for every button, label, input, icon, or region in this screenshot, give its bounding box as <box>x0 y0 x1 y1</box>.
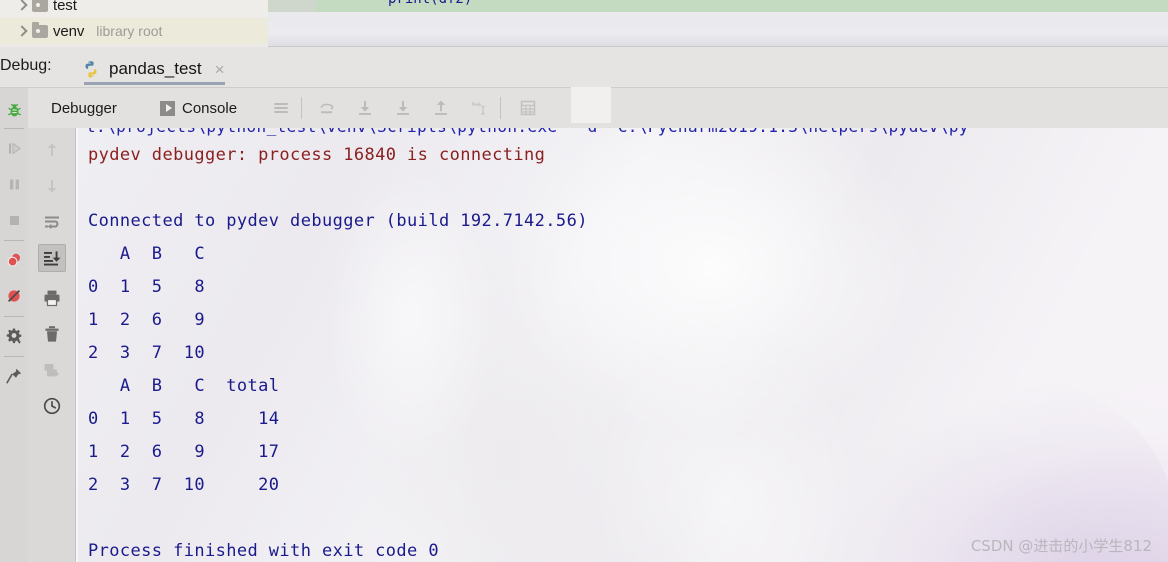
tab-console-label: Console <box>182 99 238 117</box>
mute-breakpoints-icon[interactable] <box>0 246 28 274</box>
step-out-icon[interactable] <box>428 96 454 120</box>
tab-debugger-label: Debugger <box>51 99 117 117</box>
editor-empty-area <box>268 12 1168 47</box>
folder-icon <box>32 0 48 12</box>
toolbar-divider <box>500 97 501 119</box>
soft-wrap-icon[interactable] <box>38 208 66 236</box>
toolbar-divider <box>301 97 302 119</box>
tab-debugger[interactable]: Debugger <box>51 97 117 119</box>
scroll-down-icon[interactable] <box>38 172 66 200</box>
print-icon[interactable] <box>38 284 66 312</box>
scroll-up-icon[interactable] <box>38 136 66 164</box>
console-line: 0 1 5 8 14 <box>88 409 280 429</box>
console-line: pydev debugger: process 16840 is connect… <box>88 145 546 165</box>
pycharm-debug-window: test venv library root print(df2) Debug:… <box>0 0 1168 562</box>
debug-header-bar: Debug: pandas_test × <box>0 47 1168 88</box>
csdn-watermark: CSDN @进击的小学生812 <box>970 537 1152 555</box>
console-run-icon <box>160 100 175 116</box>
console-left-edge <box>76 128 78 562</box>
console-line: 0 1 5 8 <box>88 277 205 297</box>
console-line: Process finished with exit code 0 <box>88 541 439 561</box>
tree-item-label: test <box>53 0 77 14</box>
editor-line-highlight: print(df2) <box>268 0 1168 12</box>
tree-item-test[interactable]: test <box>0 0 268 17</box>
settings-gear-icon[interactable] <box>0 322 28 350</box>
clear-all-icon[interactable] <box>38 320 66 348</box>
console-side-rail <box>28 128 76 562</box>
rerun-icon[interactable] <box>38 356 66 384</box>
tree-item-venv[interactable]: venv library root <box>0 18 268 44</box>
python-icon <box>82 60 100 78</box>
rail-divider <box>4 128 24 129</box>
menu-icon[interactable] <box>268 96 294 120</box>
console-line: 1 2 6 9 <box>88 310 205 330</box>
editor-code-line: print(df2) <box>388 0 472 7</box>
run-tab-label: pandas_test <box>109 59 202 78</box>
tree-item-label: venv <box>53 22 85 40</box>
pin-icon[interactable] <box>0 362 28 390</box>
history-clock-icon[interactable] <box>38 392 66 420</box>
editor-gutter <box>268 0 316 12</box>
pause-program-icon[interactable] <box>0 170 28 198</box>
folder-icon <box>32 21 48 38</box>
console-line: A B C <box>88 244 205 264</box>
step-into-icon[interactable] <box>352 96 378 120</box>
console-line: Connected to pydev debugger (build 192.7… <box>88 211 588 231</box>
tree-item-tag: library root <box>96 23 163 39</box>
console-output[interactable]: t:\projects\python_test\venv\Scripts\pyt… <box>76 128 1168 562</box>
view-breakpoints-icon[interactable] <box>0 282 28 310</box>
run-to-cursor-icon[interactable] <box>466 96 492 120</box>
console-line: t:\projects\python_test\venv\Scripts\pyt… <box>86 128 969 136</box>
resume-program-icon[interactable] <box>0 134 28 162</box>
force-step-into-icon[interactable] <box>390 96 416 120</box>
chevron-right-icon[interactable] <box>16 26 27 37</box>
console-line: 2 3 7 10 <box>88 343 205 363</box>
rail-divider <box>4 356 24 357</box>
console-line: A B C total <box>88 376 280 396</box>
debug-actions-rail <box>0 88 28 562</box>
run-configuration-tab[interactable]: pandas_test × <box>78 51 233 87</box>
scroll-to-end-icon[interactable] <box>38 244 66 272</box>
close-icon[interactable]: × <box>215 61 225 78</box>
stop-icon[interactable] <box>0 206 28 234</box>
background-blob <box>596 328 856 562</box>
debug-bug-icon[interactable] <box>0 96 28 124</box>
console-line: 1 2 6 9 17 <box>88 442 280 462</box>
rail-divider <box>4 240 24 241</box>
step-over-icon[interactable] <box>314 96 340 120</box>
chevron-right-icon[interactable] <box>16 0 27 11</box>
toolbar-popup-box <box>571 87 611 123</box>
project-tree: test venv library root <box>0 0 268 47</box>
console-line: 2 3 7 10 20 <box>88 475 280 495</box>
debug-panel-title: Debug: <box>0 57 52 74</box>
evaluate-expression-icon[interactable] <box>515 96 541 120</box>
tab-console[interactable]: Console <box>160 97 237 119</box>
rail-divider <box>4 316 24 317</box>
